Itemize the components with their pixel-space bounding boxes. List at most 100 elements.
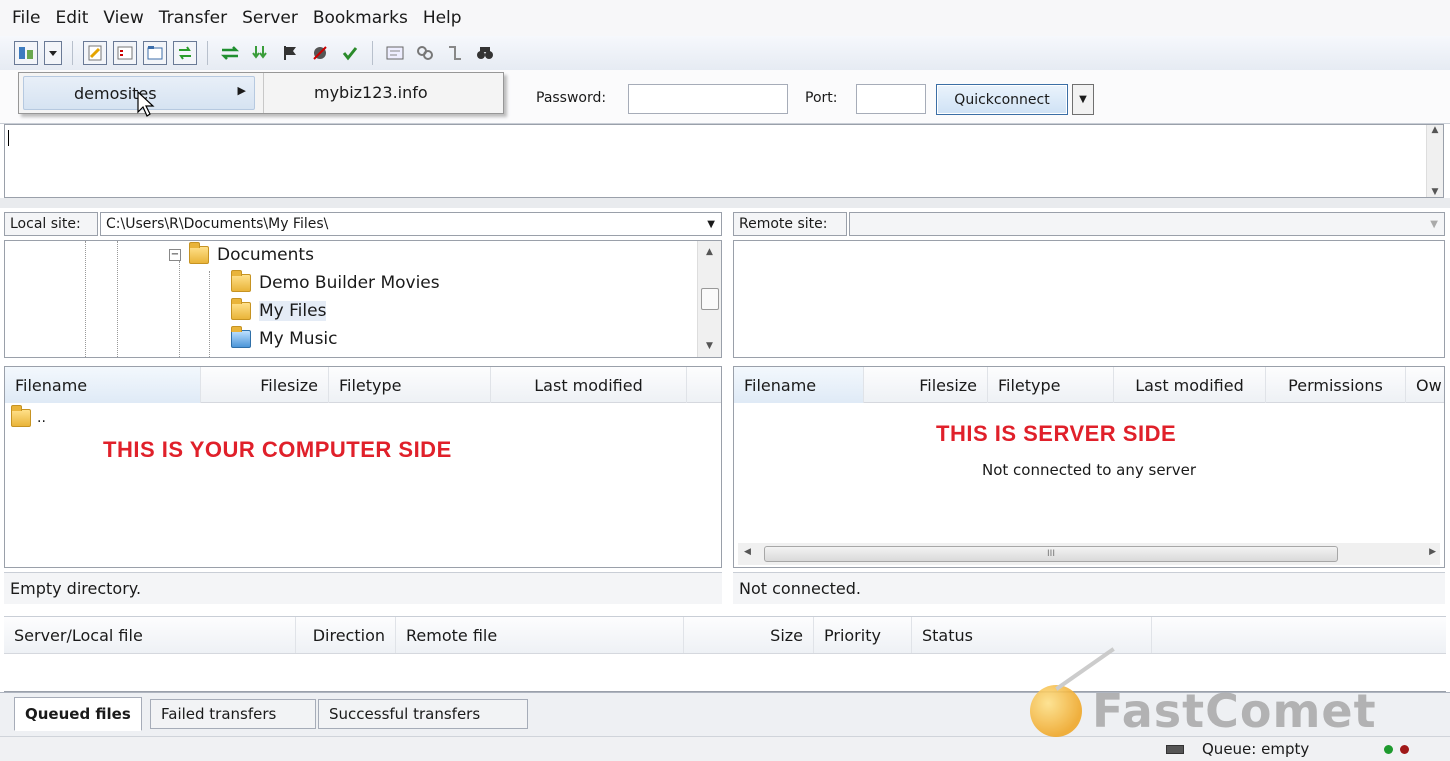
menu-transfer[interactable]: Transfer (153, 0, 236, 36)
menu-file[interactable]: File (6, 0, 49, 36)
column-priority[interactable]: Priority (814, 617, 912, 653)
refresh-icon[interactable] (218, 41, 242, 65)
submenu: mybiz123.info (263, 73, 503, 113)
remote-site-label: Remote site: (733, 212, 847, 236)
fastcomet-logo-icon (1030, 685, 1082, 737)
message-log[interactable]: ▲ ▼ (4, 124, 1444, 198)
local-file-list: Filename Filesize Filetype Last modified… (4, 366, 722, 568)
column-filename[interactable]: Filename (734, 367, 864, 403)
music-folder-icon (231, 326, 251, 348)
server-side-annotation: THIS IS SERVER SIDE (936, 421, 1177, 446)
column-filetype[interactable]: Filetype (988, 367, 1114, 403)
tree-node-documents[interactable]: − Documents (169, 242, 314, 265)
disconnect-icon[interactable] (308, 41, 332, 65)
reconnect-icon[interactable] (338, 41, 362, 65)
tree-guide-line (179, 261, 180, 357)
scroll-right-icon[interactable]: ▶ (1429, 547, 1436, 557)
menu-bookmarks[interactable]: Bookmarks (307, 0, 417, 36)
quickconnect-button[interactable]: Quickconnect (936, 84, 1068, 115)
local-path-combobox[interactable]: C:\Users\R\Documents\My Files\ ▼ (100, 212, 722, 236)
toggle-local-tree-icon[interactable] (113, 41, 137, 65)
local-directory-tree: − Documents Demo Builder Movies My Files… (4, 240, 722, 358)
tab-failed-transfers[interactable]: Failed transfers (150, 699, 316, 729)
cancel-icon[interactable] (278, 41, 302, 65)
remote-status: Not connected. (733, 572, 1445, 604)
tab-successful-transfers[interactable]: Successful transfers (318, 699, 528, 729)
toggle-queue-icon[interactable] (173, 41, 197, 65)
toggle-log-icon[interactable] (83, 41, 107, 65)
column-filetype[interactable]: Filetype (329, 367, 491, 403)
menu-edit[interactable]: Edit (49, 0, 97, 36)
toggle-remote-tree-icon[interactable] (143, 41, 167, 65)
collapse-icon[interactable]: − (169, 249, 181, 261)
column-server-local-file[interactable]: Server/Local file (4, 617, 296, 653)
column-last-modified[interactable]: Last modified (1114, 367, 1266, 403)
pane-divider (0, 198, 1450, 208)
remote-file-list: Filename Filesize Filetype Last modified… (733, 366, 1445, 568)
process-queue-icon[interactable] (248, 41, 272, 65)
computer-side-annotation: THIS IS YOUR COMPUTER SIDE (103, 437, 452, 462)
local-column-header: Filename Filesize Filetype Last modified (5, 367, 721, 403)
site-manager-icon[interactable] (14, 41, 38, 65)
tree-guide-line (209, 271, 210, 357)
queue-icon (1166, 745, 1184, 754)
submenu-arrow-icon: ▶ (237, 84, 246, 97)
tree-scrollbar[interactable]: ▲ ▼ (697, 241, 721, 357)
scroll-thumb[interactable]: III (764, 546, 1338, 562)
scroll-thumb[interactable] (700, 288, 719, 310)
scroll-down-icon[interactable]: ▼ (706, 341, 713, 351)
column-direction[interactable]: Direction (296, 617, 396, 653)
local-path-value: C:\Users\R\Documents\My Files\ (106, 216, 329, 232)
column-remote-file[interactable]: Remote file (396, 617, 684, 653)
directory-listing-filters-icon[interactable] (383, 41, 407, 65)
status-light-green-icon (1384, 745, 1393, 754)
port-label: Port: (805, 90, 838, 106)
chevron-down-icon[interactable]: ▼ (1430, 219, 1438, 230)
tree-node-my-music[interactable]: My Music (231, 326, 338, 349)
tree-guide-line (85, 241, 86, 357)
column-status[interactable]: Status (912, 617, 1152, 653)
scroll-up-icon[interactable]: ▲ (1432, 125, 1439, 135)
toolbar-separator (207, 41, 208, 65)
column-filename[interactable]: Filename (5, 367, 201, 403)
tree-node-label: Demo Builder Movies (259, 273, 440, 293)
column-filesize[interactable]: Filesize (864, 367, 988, 403)
tree-node-my-files[interactable]: My Files (231, 298, 327, 321)
local-site-label: Local site: (4, 212, 98, 236)
menu-help[interactable]: Help (417, 0, 471, 36)
text-caret (8, 130, 9, 146)
column-owner[interactable]: Ow (1406, 367, 1444, 403)
toolbar-separator (372, 41, 373, 65)
scroll-left-icon[interactable]: ◀ (744, 547, 751, 557)
scroll-down-icon[interactable]: ▼ (1432, 187, 1439, 197)
sync-browse-icon[interactable] (443, 41, 467, 65)
compare-icon[interactable] (413, 41, 437, 65)
column-last-modified[interactable]: Last modified (491, 367, 687, 403)
menu-view[interactable]: View (97, 0, 152, 36)
scroll-up-icon[interactable]: ▲ (706, 247, 713, 257)
folder-icon (189, 242, 209, 264)
column-filesize[interactable]: Filesize (201, 367, 329, 403)
remote-path-combobox[interactable]: ▼ (849, 212, 1445, 236)
log-scrollbar[interactable]: ▲ ▼ (1426, 125, 1443, 197)
quickconnect-history-dropdown[interactable]: ▼ (1072, 84, 1094, 115)
toolbar (0, 36, 1450, 70)
chevron-down-icon: ▼ (1079, 94, 1087, 105)
chevron-down-icon[interactable]: ▼ (707, 219, 715, 230)
toolbar-separator (72, 41, 73, 65)
tree-guide-line (117, 241, 118, 357)
tab-queued-files[interactable]: Queued files (14, 697, 142, 731)
filename-cell: .. (37, 410, 46, 426)
column-permissions[interactable]: Permissions (1266, 367, 1406, 403)
search-icon[interactable] (473, 41, 497, 65)
port-field[interactable] (856, 84, 926, 114)
tree-node-demo-builder-movies[interactable]: Demo Builder Movies (231, 270, 440, 293)
submenu-item-site[interactable]: mybiz123.info (314, 83, 428, 102)
password-field[interactable] (628, 84, 788, 114)
dropdown-arrow-icon[interactable] (44, 41, 62, 65)
table-row[interactable]: .. (11, 405, 46, 427)
password-label: Password: (536, 90, 607, 106)
remote-horizontal-scrollbar[interactable]: ◀ III ▶ (738, 543, 1440, 565)
column-size[interactable]: Size (684, 617, 814, 653)
menu-server[interactable]: Server (236, 0, 307, 36)
